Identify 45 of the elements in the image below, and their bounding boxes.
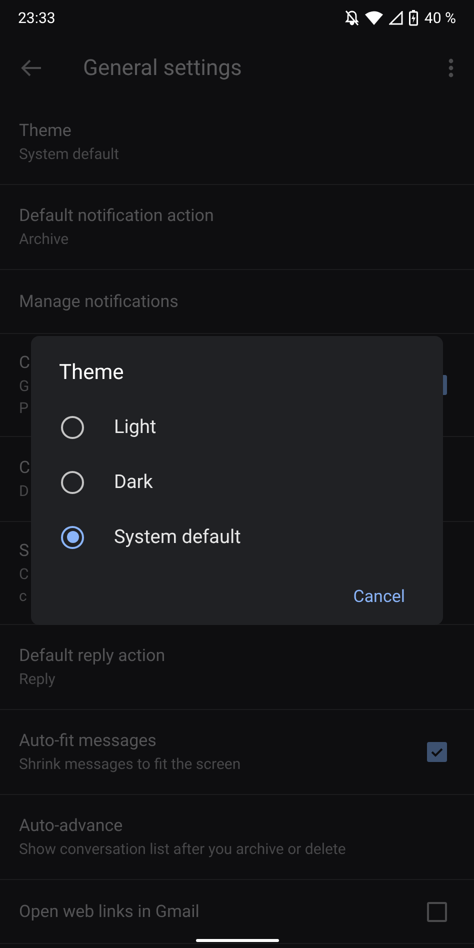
setting-title: Default notification action [19,205,214,228]
setting-description: System default [19,144,120,165]
status-time: 23:33 [18,8,56,29]
setting-description: Archive [19,229,70,250]
settings-row[interactable]: Manage notifications [0,270,474,334]
setting-title: Default reply action [19,645,166,668]
setting-title: Auto-fit messages [19,730,158,753]
setting-description: D [19,481,30,502]
option-label[interactable]: Light [114,412,156,442]
setting-title: Open web links in Gmail [19,900,200,924]
more-options-icon[interactable] [448,58,454,78]
setting-description: Show conversation list after you archive or delete [19,839,346,860]
setting-description: C [19,564,30,585]
setting-title: Manage notifications [19,290,178,314]
settings-row[interactable]: Theme System default [0,100,474,185]
cancel-button[interactable]: Cancel [341,578,417,616]
setting-description: G [19,376,30,397]
setting-description: Shrink messages to fit the screen [19,754,241,775]
setting-title: C [19,352,30,375]
checkbox[interactable] [427,742,447,762]
setting-title: C [19,457,30,480]
battery-level: 40 % [424,8,456,29]
setting-title: Auto-advance [19,815,124,838]
radio-button[interactable] [61,416,84,438]
settings-row[interactable]: Default notification action Archive [0,185,474,270]
setting-title: Theme [19,120,72,143]
option-label[interactable]: System default [114,522,241,552]
option-label[interactable]: Dark [114,468,153,496]
checkbox[interactable] [443,375,447,395]
screen-title: General settings [83,54,242,82]
dialog-title: Theme [59,360,124,387]
wifi-icon [365,11,384,25]
battery-charging-icon [409,10,418,26]
setting-description: P [19,398,30,419]
checkbox[interactable] [427,902,447,922]
settings-row[interactable]: Auto-advance Show conversation list after you archive or delete [0,795,474,880]
settings-row[interactable]: Auto-fit messages Shrink messages to fit the screen [0,710,474,795]
setting-title: S [19,540,30,563]
bell-off-icon [345,10,360,26]
radio-button[interactable] [61,526,84,548]
setting-description: c [19,586,28,607]
setting-description: Reply [19,669,56,690]
back-arrow-icon[interactable] [20,59,42,77]
signal-icon [389,11,404,25]
radio-button[interactable] [61,470,84,494]
